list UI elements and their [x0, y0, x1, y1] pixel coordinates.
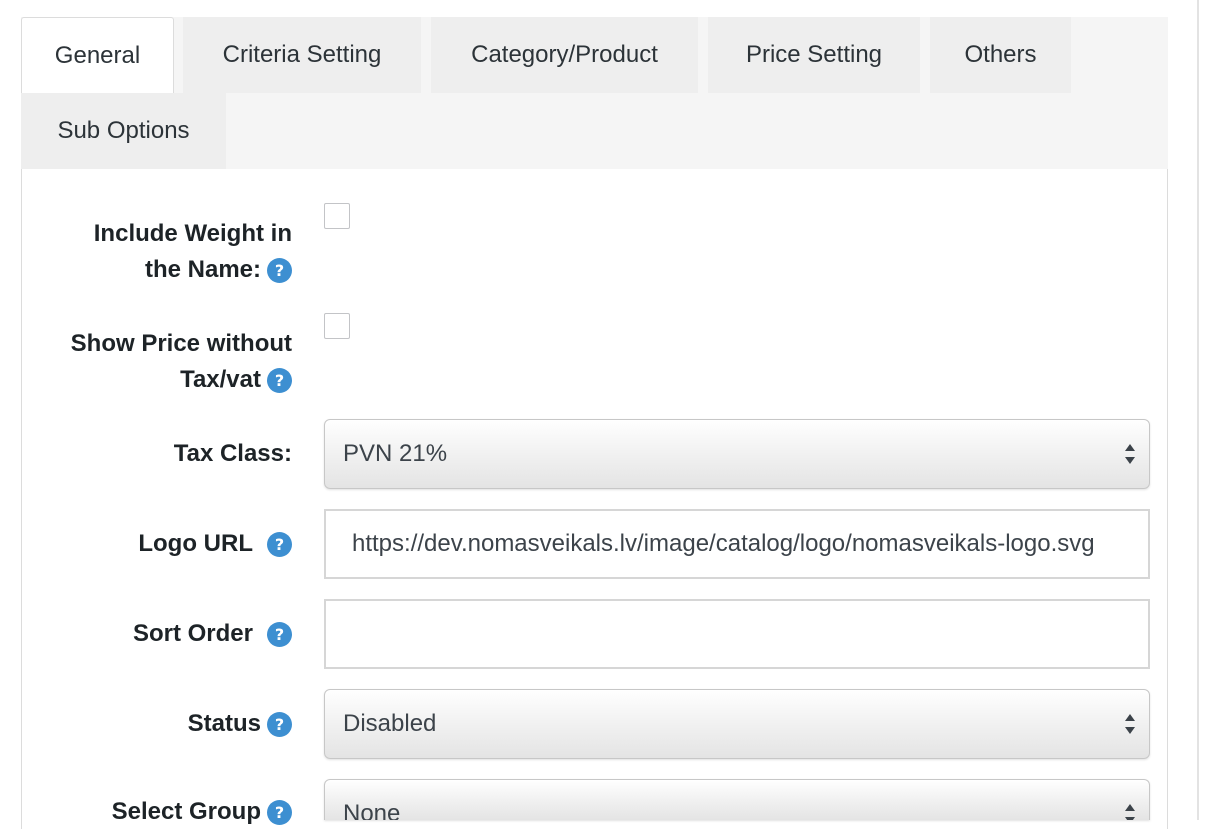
help-icon[interactable]: ? [267, 532, 292, 557]
logo-url-value: https://dev.nomasveikals.lv/image/catalo… [352, 530, 1095, 557]
help-icon[interactable]: ? [267, 368, 292, 393]
tab-price-setting[interactable]: Price Setting [708, 17, 920, 93]
select-group-label: Select Group? [112, 794, 292, 830]
select-arrows-icon [1125, 804, 1135, 820]
logo-url-input[interactable]: https://dev.nomasveikals.lv/image/catalo… [324, 509, 1150, 579]
tax-class-value: PVN 21% [343, 440, 448, 467]
page-edge-divider [1197, 0, 1199, 820]
show-price-without-tax-label: Show Price without Tax/vat? [70, 330, 292, 393]
help-icon[interactable]: ? [267, 258, 292, 283]
include-weight-label: Include Weight in the Name:? [93, 220, 292, 283]
help-icon[interactable]: ? [267, 622, 292, 647]
status-select[interactable]: Disabled [324, 689, 1150, 759]
show-price-without-tax-checkbox[interactable] [324, 313, 350, 339]
tab-bar: General Criteria Setting Category/Produc… [21, 17, 1168, 169]
sort-order-label: Sort Order? [133, 616, 292, 652]
tab-others[interactable]: Others [930, 17, 1071, 93]
include-weight-checkbox[interactable] [324, 203, 350, 229]
status-value: Disabled [343, 710, 437, 737]
tab-general[interactable]: General [21, 17, 174, 94]
select-arrows-icon [1125, 714, 1135, 734]
tab-criteria-setting[interactable]: Criteria Setting [183, 17, 421, 93]
select-group-select[interactable]: None [324, 779, 1150, 820]
help-icon[interactable]: ? [267, 712, 292, 737]
sort-order-input[interactable] [324, 599, 1150, 669]
status-label: Status? [188, 706, 292, 742]
tab-category-product[interactable]: Category/Product [431, 17, 698, 93]
tab-sub-options[interactable]: Sub Options [21, 93, 226, 169]
tax-class-label: Tax Class: [173, 440, 292, 467]
help-icon[interactable]: ? [267, 800, 292, 825]
logo-url-label: Logo URL? [138, 526, 292, 562]
select-arrows-icon [1125, 444, 1135, 464]
tax-class-select[interactable]: PVN 21% [324, 419, 1150, 489]
select-group-value: None [343, 800, 401, 820]
